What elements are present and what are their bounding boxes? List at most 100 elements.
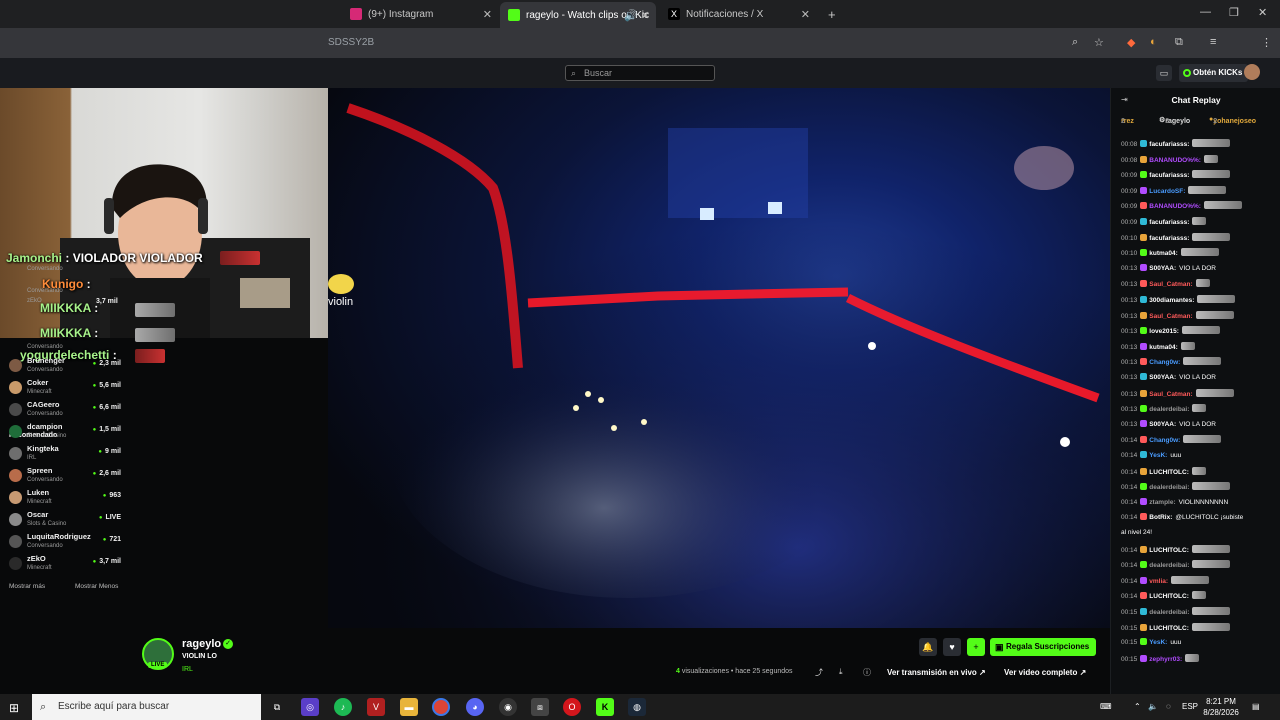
chat-username[interactable]: zephyrr03: — [1149, 656, 1182, 663]
close-icon[interactable]: ✕ — [483, 8, 492, 21]
taskbar-search-input[interactable]: ⌕ Escribe aquí para buscar — [32, 694, 261, 720]
zoom-icon[interactable]: ⌕ — [1072, 36, 1078, 49]
tab-kick[interactable]: rageylo - Watch clips on Kic 🔊 ✕ — [500, 2, 656, 28]
new-tab-button[interactable]: + — [820, 4, 840, 24]
windows-start-icon[interactable]: ⊞ — [9, 701, 19, 715]
discord-icon[interactable]: ◕ — [466, 698, 484, 716]
chat-username[interactable]: dealerdeibai: — [1149, 609, 1189, 616]
chat-username[interactable]: YesK: — [1149, 639, 1167, 646]
chat-username[interactable]: dealerdeibai: — [1149, 562, 1189, 569]
chat-username[interactable]: kutma04: — [1149, 250, 1178, 257]
show-more-button[interactable]: Mostrar más — [9, 583, 45, 590]
chat-username[interactable]: facufariasss: — [1149, 219, 1189, 226]
recommended-channel[interactable]: Kingteka IRL 9 mil — [9, 444, 121, 466]
chat-username[interactable]: love2015: — [1149, 328, 1179, 335]
recommended-channel[interactable]: Spreen Conversando 2,6 mil — [9, 466, 121, 488]
download-icon[interactable]: ⤓ — [839, 667, 843, 677]
show-less-button[interactable]: Mostrar Menos — [75, 583, 118, 590]
notification-bell-button[interactable]: 🔔 — [919, 638, 937, 656]
recommended-channel[interactable]: Oscar Slots & Casino LIVE — [9, 510, 121, 532]
chat-username[interactable]: BotRix: — [1149, 514, 1172, 521]
opera-icon[interactable]: O — [563, 698, 581, 716]
follow-heart-button[interactable]: ♥ — [943, 638, 961, 656]
chat-username[interactable]: S00YAA: — [1149, 374, 1176, 381]
chat-username[interactable]: S00YAA: — [1149, 265, 1176, 272]
copilot-icon[interactable]: ◎ — [301, 698, 319, 716]
chat-username[interactable]: ztample: — [1149, 499, 1175, 506]
chat-username[interactable]: Chang0w: — [1149, 359, 1180, 366]
close-icon[interactable]: ✕ — [641, 9, 650, 22]
chrome-icon[interactable] — [432, 698, 450, 716]
chat-username[interactable]: BANANUDO%%: — [1149, 157, 1201, 164]
file-explorer-icon[interactable]: ▬ — [400, 698, 418, 716]
chat-username[interactable]: facufariasss: — [1149, 235, 1189, 242]
chat-username[interactable]: Saul_Catman: — [1149, 313, 1192, 320]
recommended-channel[interactable]: zEkO Minecraft 3,7 mil — [9, 554, 121, 576]
taskbar-clock[interactable]: 8:21 PM 8/28/2026 — [1196, 696, 1246, 718]
speaker-icon[interactable]: 🔊 — [624, 9, 638, 22]
spotify-icon[interactable]: ♪ — [334, 698, 352, 716]
chat-username[interactable]: 300diamantes: — [1149, 297, 1194, 304]
gift-plus-button[interactable]: + — [967, 638, 985, 656]
chat-username[interactable]: Saul_Catman: — [1149, 391, 1192, 398]
recommended-channel[interactable]: Brunenger Conversando 2,3 mil — [9, 356, 121, 378]
bookmark-star-icon[interactable]: ☆ — [1094, 36, 1104, 49]
share-icon[interactable]: ⤴ — [815, 667, 823, 678]
tab-instagram[interactable]: (9+) Instagram ✕ — [342, 4, 498, 24]
recommended-channel[interactable]: dcampion Slots & Casino 1,5 mil — [9, 422, 121, 444]
user-avatar[interactable] — [1244, 64, 1260, 80]
steam-icon[interactable]: ◍ — [628, 698, 646, 716]
stream-category[interactable]: IRL — [182, 666, 193, 673]
chat-username[interactable]: YesK: — [1149, 452, 1167, 459]
recommended-channel[interactable]: LuquitaRodriguez Conversando 721 — [9, 532, 121, 554]
chat-username[interactable]: LUCHITOLC: — [1149, 625, 1189, 632]
chat-username[interactable]: vmlia: — [1149, 578, 1168, 585]
task-view-icon[interactable]: ⧉ — [268, 698, 286, 716]
capcut-icon[interactable]: ⧈ — [531, 698, 549, 716]
keyboard-icon[interactable]: ⌨ — [1100, 702, 1112, 711]
close-window-icon[interactable]: ✕ — [1258, 6, 1267, 19]
minimize-icon[interactable]: — — [1200, 6, 1211, 18]
menu-dots-icon[interactable]: ⋮ — [1261, 36, 1272, 49]
chat-username[interactable]: LucardoSF: — [1149, 188, 1185, 195]
extension-fox-icon[interactable]: ◆ — [1127, 36, 1135, 49]
watch-live-button[interactable]: Ver transmisión en vivo ↗ — [887, 665, 986, 681]
restore-icon[interactable]: ❐ — [1229, 6, 1239, 19]
extension-color-icon[interactable]: ◐ — [1150, 36, 1157, 48]
kick-app-icon[interactable]: K — [596, 698, 614, 716]
gift-subs-button[interactable]: ▣ Regala Suscripciones — [990, 638, 1096, 656]
info-icon[interactable]: ⓘ — [863, 667, 871, 678]
video-player[interactable] — [328, 88, 1110, 628]
tray-chevron-icon[interactable]: ⌃ — [1134, 702, 1141, 711]
get-kicks-button[interactable]: Obtén KICKs — [1179, 64, 1249, 82]
notifications-icon[interactable]: ▤ — [1252, 702, 1260, 711]
chat-username[interactable]: dealerdeibai: — [1149, 406, 1189, 413]
voicemeeter-icon[interactable]: V — [367, 698, 385, 716]
chat-username[interactable]: Saul_Catman: — [1149, 281, 1192, 288]
tab-x[interactable]: X Notificaciones / X ✕ — [660, 4, 816, 24]
chat-username[interactable]: Chang0w: — [1149, 437, 1180, 444]
recommended-channel[interactable]: Coker Minecraft 5,6 mil — [9, 378, 121, 400]
chat-username[interactable]: facufariasss: — [1149, 141, 1189, 148]
obs-icon[interactable]: ◉ — [499, 698, 517, 716]
chat-username[interactable]: kutma04: — [1149, 344, 1178, 351]
search-input[interactable]: ⌕ Buscar — [565, 65, 715, 81]
close-icon[interactable]: ✕ — [801, 8, 810, 21]
chat-username[interactable]: LUCHITOLC: — [1149, 593, 1189, 600]
chat-username[interactable]: LUCHITOLC: — [1149, 469, 1189, 476]
chat-username[interactable]: BANANUDO%%: — [1149, 203, 1201, 210]
url-text[interactable]: SDSSY2B — [328, 37, 374, 48]
wifi-icon[interactable]: ◌ — [1166, 702, 1171, 711]
watch-full-video-button[interactable]: Ver video completo ↗ — [1004, 665, 1086, 681]
theater-mode-icon[interactable]: ▭ — [1156, 65, 1172, 81]
channel-name[interactable]: rageylo — [182, 638, 221, 650]
chat-username[interactable]: facufariasss: — [1149, 172, 1189, 179]
chat-username[interactable]: LUCHITOLC: — [1149, 547, 1189, 554]
extensions-puzzle-icon[interactable]: ⧉ — [1175, 36, 1183, 49]
chat-username[interactable]: dealerdeibai: — [1149, 484, 1189, 491]
volume-icon[interactable]: 🔈 — [1148, 702, 1158, 711]
recommended-channel[interactable]: Luken Minecraft 963 — [9, 488, 121, 510]
recommended-channel[interactable]: CAGeero Conversando 6,6 mil — [9, 400, 121, 422]
reading-list-icon[interactable]: ≡ — [1210, 36, 1216, 48]
chat-username[interactable]: S00YAA: — [1149, 421, 1176, 428]
